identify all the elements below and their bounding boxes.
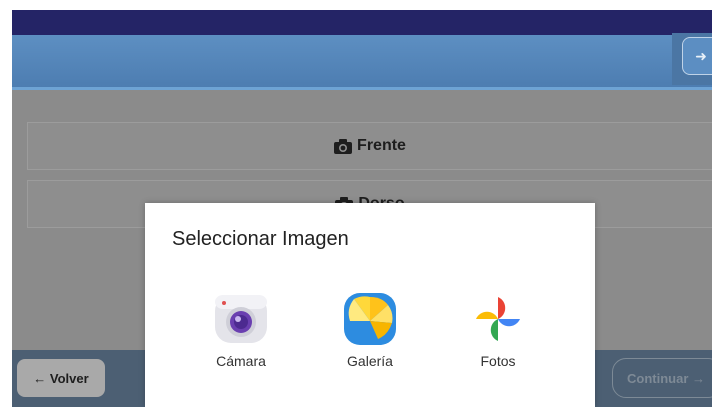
- gallery-app-label: Galería: [347, 353, 393, 369]
- status-bar: [12, 10, 712, 35]
- image-picker-dialog: Seleccionar Imagen Cámara Galería Fotos: [145, 203, 595, 407]
- camera-app-option[interactable]: Cámara: [191, 291, 291, 369]
- sign-out-icon: ➜: [695, 47, 707, 64]
- exit-button-container: ➜: [672, 33, 712, 85]
- gallery-app-icon: [342, 291, 398, 347]
- photos-app-icon: [470, 291, 526, 347]
- photos-app-label: Fotos: [480, 353, 516, 369]
- camera-app-label: Cámara: [216, 353, 266, 369]
- exit-button[interactable]: ➜: [682, 37, 712, 75]
- photos-app-option[interactable]: Fotos: [448, 291, 548, 369]
- gallery-app-option[interactable]: Galería: [320, 291, 420, 369]
- camera-app-icon: [213, 291, 269, 347]
- back-button[interactable]: ← Volver: [17, 359, 105, 397]
- app-bar: ➜: [12, 33, 712, 90]
- dialog-title: Seleccionar Imagen: [172, 228, 349, 250]
- continue-button[interactable]: Continuar →: [612, 358, 712, 398]
- front-photo-label: Frente: [357, 137, 406, 154]
- camera-icon: [334, 138, 353, 154]
- front-photo-button[interactable]: Frente: [27, 122, 712, 170]
